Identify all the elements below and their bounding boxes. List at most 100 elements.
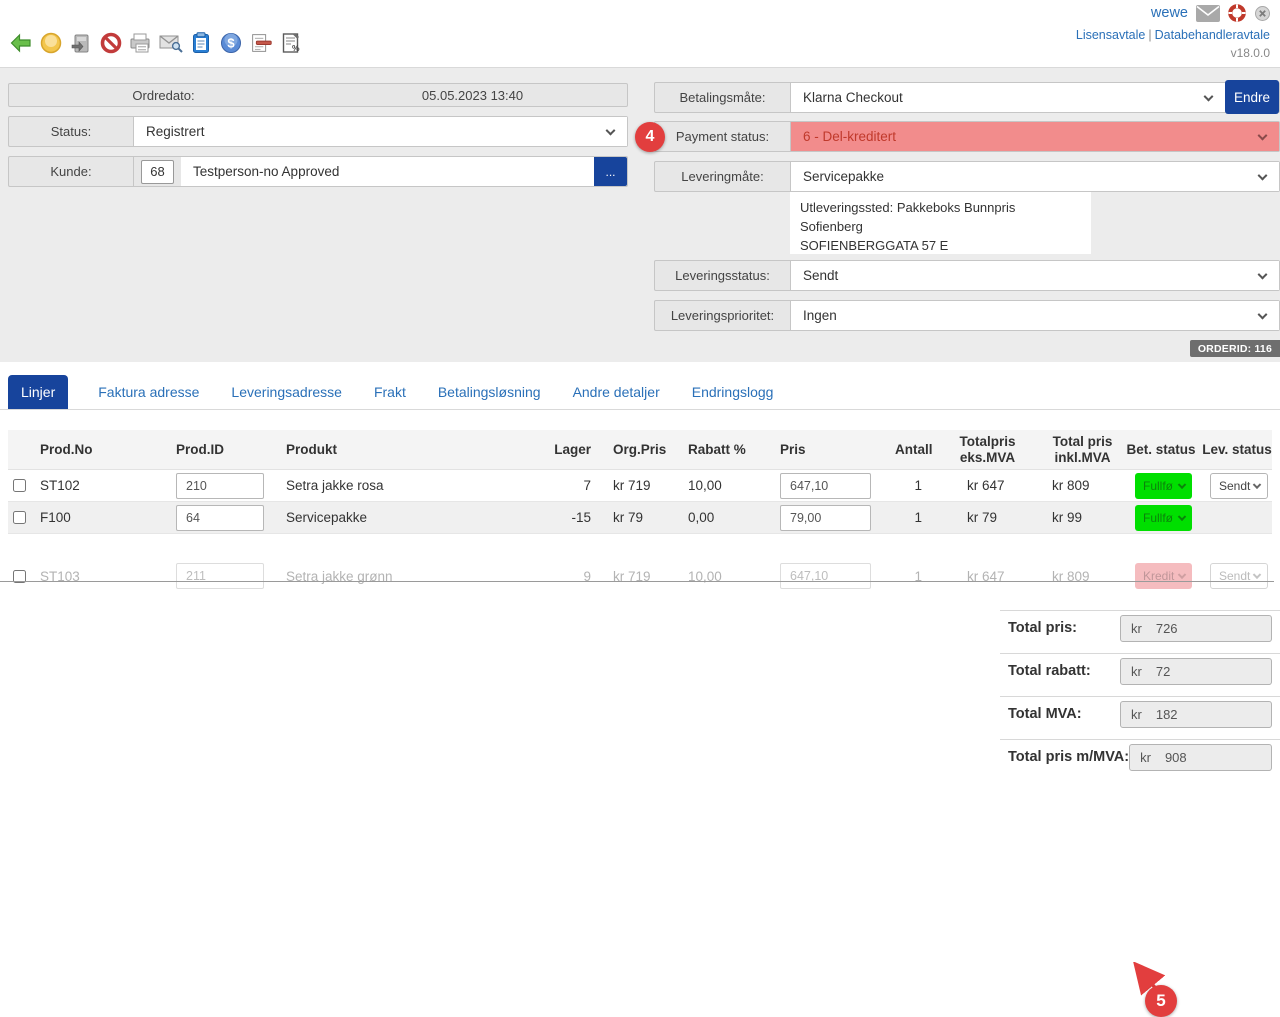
col-orgpris: Org.Pris [591,442,688,457]
table-header-row: Prod.No Prod.ID Produkt Lager Org.Pris R… [8,430,1272,470]
leveringsstatus-value: Sendt [803,268,838,283]
tab-betalingslosning[interactable]: Betalingsløsning [436,384,543,409]
bet-status-select[interactable]: Fullfø [1135,473,1192,499]
status-value: Registrert [146,124,205,139]
order-lines-panel: Prod.No Prod.ID Produkt Lager Org.Pris R… [0,410,1280,792]
annotation-badge-5: 5 [1145,985,1177,1017]
ordredato-value: 05.05.2023 13:40 [318,84,627,106]
lifebuoy-icon[interactable] [1228,4,1246,22]
tab-frakt[interactable]: Frakt [372,384,408,409]
col-toteks: Totalpris eks.MVA [922,434,1025,466]
bet-status-value: Fullfø [1143,511,1173,525]
clipboard-icon[interactable] [188,30,214,56]
table-row-credited: ST103 Setra jakke grønn 9 kr 719 10,00 1… [8,558,1272,594]
betalingsmate-label: Betalingsmåte: [655,83,791,112]
leveringmate-row: Leveringmåte: Servicepakke [654,161,1280,192]
envelope-icon[interactable] [1196,4,1220,22]
print-icon[interactable] [128,30,154,56]
svg-text:$: $ [227,36,235,51]
leveringsstatus-select[interactable]: Sendt [791,261,1279,290]
payment-status-select[interactable]: 6 - Del-kreditert [791,122,1279,151]
cell-totinkl: kr 99 [1025,510,1120,525]
chevron-down-icon [1253,480,1261,488]
leveringsprioritet-label: Leveringsprioritet: [655,301,791,330]
databehandleravtale-link[interactable]: Databehandleravtale [1155,28,1270,42]
leveringsprioritet-select[interactable]: Ingen [791,301,1279,330]
leveringsstatus-label: Leveringsstatus: [655,261,791,290]
tab-faktura-adresse[interactable]: Faktura adresse [96,384,201,409]
username-link[interactable]: wewe [1151,5,1188,21]
tab-andre-detaljer[interactable]: Andre detaljer [571,384,662,409]
lisensavtale-link[interactable]: Lisensavtale [1076,28,1146,42]
currency-prefix: kr [1121,621,1142,636]
leveringmate-select[interactable]: Servicepakke [791,162,1279,191]
prodid-input[interactable] [176,505,264,531]
pris-input[interactable] [780,505,871,531]
cell-produkt: Servicepakke [286,510,540,525]
payment-status-row: Payment status: 6 - Del-kreditert [654,121,1280,152]
tab-linjer[interactable]: Linjer [8,375,68,409]
block-icon[interactable] [98,30,124,56]
lev-status-select[interactable]: Sendt [1210,563,1268,589]
col-rabatt: Rabatt % [688,442,780,457]
row-checkbox[interactable] [13,511,26,524]
cell-produkt: Setra jakke rosa [286,478,540,493]
total-pris-mva-row: Total pris m/MVA: kr908 [1000,739,1280,782]
tab-endringslogg[interactable]: Endringslogg [690,384,776,409]
pris-input[interactable] [780,563,871,589]
cell-totinkl: kr 809 [1025,569,1120,584]
coin-icon[interactable] [38,30,64,56]
cell-toteks: kr 79 [922,510,1025,525]
legal-links: Lisensavtale| Databehandleravtale [1076,28,1270,42]
chevron-down-icon [1258,309,1268,319]
status-select[interactable]: Registrert [134,117,627,146]
pris-input[interactable] [780,473,871,499]
email-search-icon[interactable] [158,30,184,56]
kunde-label: Kunde: [9,157,134,186]
edit-log-icon[interactable]: % [278,30,304,56]
cell-antall: 1 [895,510,922,525]
endre-button[interactable]: Endre [1225,80,1279,114]
currency-prefix: kr [1121,664,1142,679]
archive-icon[interactable] [68,30,94,56]
version-label: v18.0.0 [1076,46,1270,60]
lev-status-value: Sendt [1219,569,1250,583]
chevron-down-icon [1204,91,1214,101]
link-separator: | [1148,28,1151,42]
col-antall: Antall [895,442,922,457]
row-checkbox[interactable] [13,570,26,583]
svg-text:%: % [292,43,300,53]
chevron-down-icon [606,125,616,135]
cell-lager: 9 [540,569,591,584]
kunde-name-input[interactable] [181,157,594,186]
total-pris-mva-label: Total pris m/MVA: [1000,740,1129,782]
total-rabatt-field: kr72 [1120,658,1272,685]
lev-status-select[interactable]: Sendt [1210,473,1268,499]
chevron-down-icon [1253,571,1261,579]
totals-panel: Total pris: kr726 Total rabatt: kr72 Tot… [1000,610,1280,782]
cell-produkt: Setra jakke grønn [286,569,540,584]
total-pris-row: Total pris: kr726 [1000,610,1280,653]
currency-icon[interactable]: $ [218,30,244,56]
leveringsprioritet-value: Ingen [803,308,837,323]
table-row: ST102 Setra jakke rosa 7 kr 719 10,00 1 … [8,470,1272,502]
bet-status-select[interactable]: Kredit [1135,563,1192,589]
tab-leveringsadresse[interactable]: Leveringsadresse [229,384,344,409]
back-icon[interactable] [8,30,34,56]
betalingsmate-select[interactable]: Klarna Checkout [791,83,1225,112]
currency-prefix: kr [1130,750,1151,765]
close-icon[interactable] [1254,5,1270,21]
table-row: F100 Servicepakke -15 kr 79 0,00 1 kr 79… [8,502,1272,534]
kunde-id-input[interactable] [141,160,174,184]
orderid-badge: ORDERID: 116 [1190,340,1280,357]
top-header: $ % wewe Lisensavtale| Databehandleravtal… [0,0,1280,68]
bet-status-select[interactable]: Fullfø [1135,505,1192,531]
prodid-input[interactable] [176,473,264,499]
status-row: Status: Registrert [8,116,628,147]
prodid-input[interactable] [176,563,264,589]
kunde-browse-button[interactable]: ... [594,157,627,186]
kunde-id-wrap [134,157,181,186]
total-pris-field: kr726 [1120,615,1272,642]
row-checkbox[interactable] [13,479,26,492]
report-remove-icon[interactable] [248,30,274,56]
